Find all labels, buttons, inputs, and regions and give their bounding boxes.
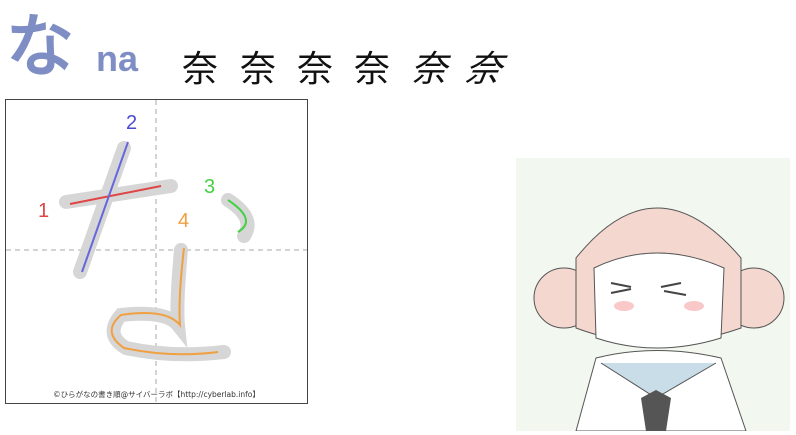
anime-girl-illustration [516, 158, 790, 432]
origin-kanji: 奈 [240, 49, 277, 90]
origin-kanji: 奈 [461, 49, 506, 90]
stroke-number-1: 1 [38, 200, 50, 222]
stroke-order-diagram: 1 2 3 4 ©ひらがなの書き順@サイバーラボ【http://cyberlab… [5, 99, 308, 404]
romaji: na [96, 38, 139, 79]
origin-kanji: 奈 [297, 49, 334, 90]
stroke-number-4: 4 [178, 210, 190, 232]
origin-kanji: 奈 [182, 49, 219, 90]
copyright-caption: ©ひらがなの書き順@サイバーラボ【http://cyberlab.info】 [53, 390, 260, 399]
stroke-paths [6, 100, 307, 403]
kana-character: な [6, 8, 75, 87]
origin-kanji: 奈 [411, 49, 448, 90]
stroke-number-2: 2 [126, 112, 138, 134]
stroke-number-3: 3 [204, 176, 216, 198]
origin-kanji: 奈 [354, 49, 391, 90]
